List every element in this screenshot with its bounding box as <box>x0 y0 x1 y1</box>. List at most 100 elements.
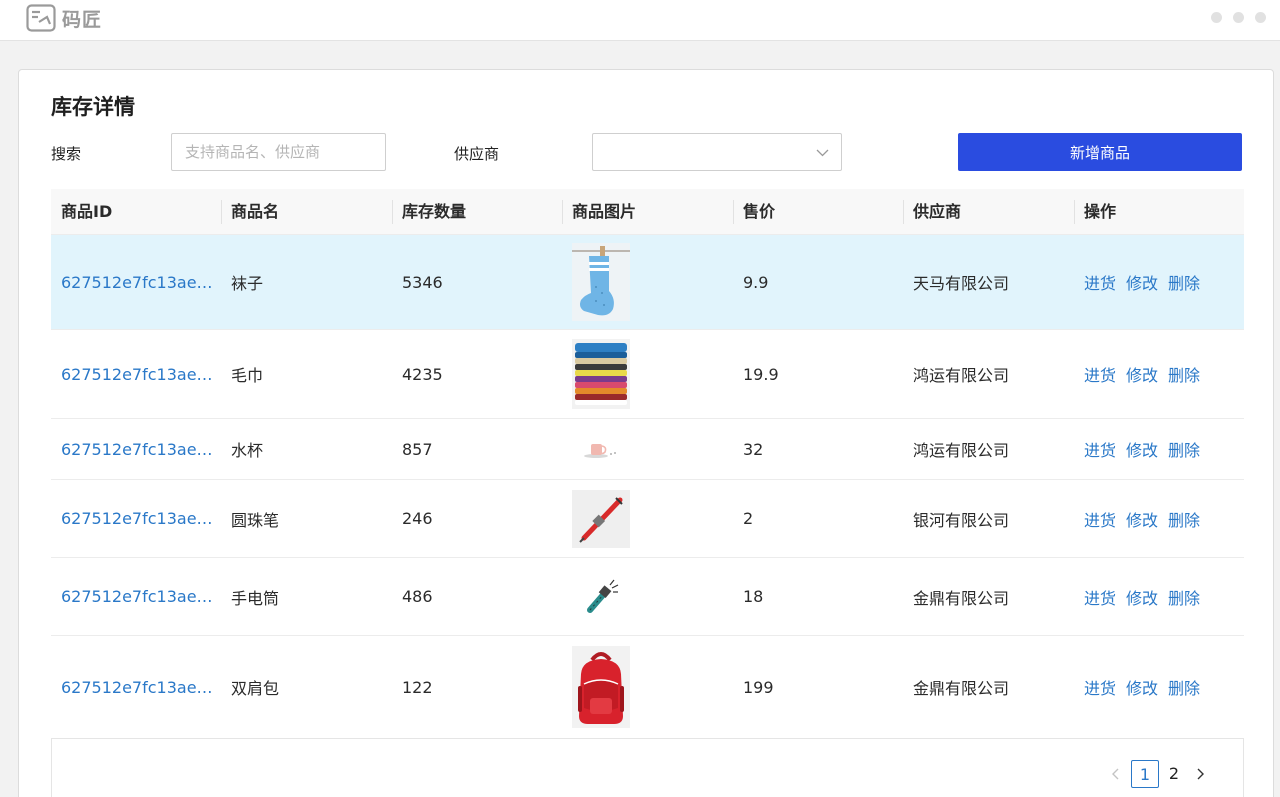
product-image-cell <box>572 636 630 738</box>
towel-stack-image <box>572 339 630 409</box>
row-actions: 进货 修改 删除 <box>1084 480 1200 557</box>
product-name: 袜子 <box>231 274 264 293</box>
supplier-name: 银河有限公司 <box>913 510 1010 530</box>
table-row[interactable]: 627512e7fc13ae… 毛巾 4235 19.9 鸿运有限公司 进货 修… <box>51 330 1244 419</box>
restock-link[interactable]: 进货 <box>1084 675 1116 699</box>
stock-count: 486 <box>402 587 433 606</box>
page-1-button[interactable]: 1 <box>1131 760 1159 788</box>
inventory-card: 库存详情 搜索 供应商 新增商品 商品ID 商品名 库存数量 商品图片 售价 供… <box>18 69 1274 797</box>
edit-link[interactable]: 修改 <box>1126 585 1158 609</box>
table-row[interactable]: 627512e7fc13ae… 圆珠笔 246 2 银河有限公司 进货 修改 删… <box>51 480 1244 558</box>
product-id-link[interactable]: 627512e7fc13ae… <box>61 235 213 329</box>
row-actions: 进货 修改 删除 <box>1084 419 1200 479</box>
product-image-cell <box>572 235 630 329</box>
pen-image <box>572 489 630 548</box>
product-name: 水杯 <box>231 441 264 460</box>
product-image-cell <box>572 558 630 635</box>
product-image-cell <box>572 419 630 479</box>
supplier-name: 鸿运有限公司 <box>913 441 1010 460</box>
product-id-link[interactable]: 627512e7fc13ae… <box>61 636 213 738</box>
product-name: 圆珠笔 <box>231 510 280 530</box>
delete-link[interactable]: 删除 <box>1168 507 1200 531</box>
restock-link[interactable]: 进货 <box>1084 270 1116 294</box>
price: 9.9 <box>743 272 769 292</box>
product-id-link[interactable]: 627512e7fc13ae… <box>61 480 213 557</box>
backpack-image <box>572 646 630 728</box>
table-row[interactable]: 627512e7fc13ae… 水杯 857 32 鸿运有限公司 进货 修改 删… <box>51 419 1244 480</box>
edit-link[interactable]: 修改 <box>1126 270 1158 294</box>
restock-link[interactable]: 进货 <box>1084 437 1116 461</box>
table-row[interactable]: 627512e7fc13ae… 双肩包 122 199 金鼎有限公司 进货 修改… <box>51 636 1244 738</box>
window-dot[interactable] <box>1233 12 1244 23</box>
inventory-table: 商品ID 商品名 库存数量 商品图片 售价 供应商 操作 627512e7fc1… <box>51 189 1244 738</box>
table-row[interactable]: 627512e7fc13ae… 手电筒 486 18 金鼎有限公司 进货 修改 <box>51 558 1244 636</box>
column-header-actions: 操作 <box>1073 189 1116 235</box>
supplier-name: 金鼎有限公司 <box>913 588 1010 608</box>
logo-icon <box>26 4 56 32</box>
edit-link[interactable]: 修改 <box>1126 675 1158 699</box>
supplier-name: 天马有限公司 <box>913 274 1010 293</box>
edit-link[interactable]: 修改 <box>1126 507 1158 531</box>
brand-name: 码匠 <box>62 9 103 31</box>
product-name: 手电筒 <box>231 588 280 608</box>
row-actions: 进货 修改 删除 <box>1084 636 1200 738</box>
restock-link[interactable]: 进货 <box>1084 585 1116 609</box>
product-image-cell <box>572 330 630 418</box>
price: 18 <box>743 587 764 606</box>
window-controls <box>1211 12 1266 23</box>
supplier-select[interactable] <box>592 133 842 171</box>
window-dot[interactable] <box>1255 12 1266 23</box>
search-input[interactable] <box>171 133 386 171</box>
delete-link[interactable]: 删除 <box>1168 270 1200 294</box>
table-row[interactable]: 627512e7fc13ae… 袜子 5346 9.9 天马有限公司 进货 修改… <box>51 235 1244 330</box>
restock-link[interactable]: 进货 <box>1084 362 1116 386</box>
product-id-link[interactable]: 627512e7fc13ae… <box>61 419 213 479</box>
stock-count: 246 <box>402 509 433 528</box>
page-2-button[interactable]: 2 <box>1165 760 1183 788</box>
column-header-id[interactable]: 商品ID <box>61 189 112 235</box>
delete-link[interactable]: 删除 <box>1168 585 1200 609</box>
product-image-cell <box>572 480 630 557</box>
supplier-label: 供应商 <box>454 145 500 163</box>
supplier-name: 金鼎有限公司 <box>913 679 1010 698</box>
price: 2 <box>743 509 754 528</box>
price: 32 <box>743 439 764 459</box>
sock-image <box>572 243 630 321</box>
column-header-name[interactable]: 商品名 <box>220 189 279 235</box>
column-header-image[interactable]: 商品图片 <box>561 189 636 235</box>
product-name: 双肩包 <box>231 679 280 698</box>
next-page-icon[interactable] <box>1193 767 1207 781</box>
product-name: 毛巾 <box>231 366 264 385</box>
product-id-link[interactable]: 627512e7fc13ae… <box>61 330 213 418</box>
add-product-button[interactable]: 新增商品 <box>958 133 1242 171</box>
supplier-name: 鸿运有限公司 <box>913 366 1010 385</box>
prev-page-icon[interactable] <box>1109 767 1123 781</box>
search-label: 搜索 <box>51 145 82 163</box>
flashlight-image <box>587 579 619 613</box>
edit-link[interactable]: 修改 <box>1126 437 1158 461</box>
delete-link[interactable]: 删除 <box>1168 437 1200 461</box>
product-id-link[interactable]: 627512e7fc13ae… <box>61 558 213 635</box>
price: 199 <box>743 677 774 697</box>
app-header: 码匠 <box>0 0 1280 41</box>
delete-link[interactable]: 删除 <box>1168 362 1200 386</box>
cup-image <box>584 444 616 458</box>
column-header-supplier[interactable]: 供应商 <box>902 189 961 235</box>
column-header-price[interactable]: 售价 <box>732 189 775 235</box>
row-actions: 进货 修改 删除 <box>1084 558 1200 635</box>
stock-count: 5346 <box>402 272 443 292</box>
page-title: 库存详情 <box>51 95 135 119</box>
stock-count: 857 <box>402 439 433 459</box>
pagination: 1 2 <box>51 738 1244 797</box>
restock-link[interactable]: 进货 <box>1084 507 1116 531</box>
row-actions: 进货 修改 删除 <box>1084 235 1200 329</box>
price: 19.9 <box>743 364 779 384</box>
stock-count: 4235 <box>402 364 443 384</box>
column-header-stock[interactable]: 库存数量 <box>391 189 466 235</box>
table-header: 商品ID 商品名 库存数量 商品图片 售价 供应商 操作 <box>51 189 1244 235</box>
stock-count: 122 <box>402 677 433 697</box>
window-dot[interactable] <box>1211 12 1222 23</box>
delete-link[interactable]: 删除 <box>1168 675 1200 699</box>
row-actions: 进货 修改 删除 <box>1084 330 1200 418</box>
edit-link[interactable]: 修改 <box>1126 362 1158 386</box>
